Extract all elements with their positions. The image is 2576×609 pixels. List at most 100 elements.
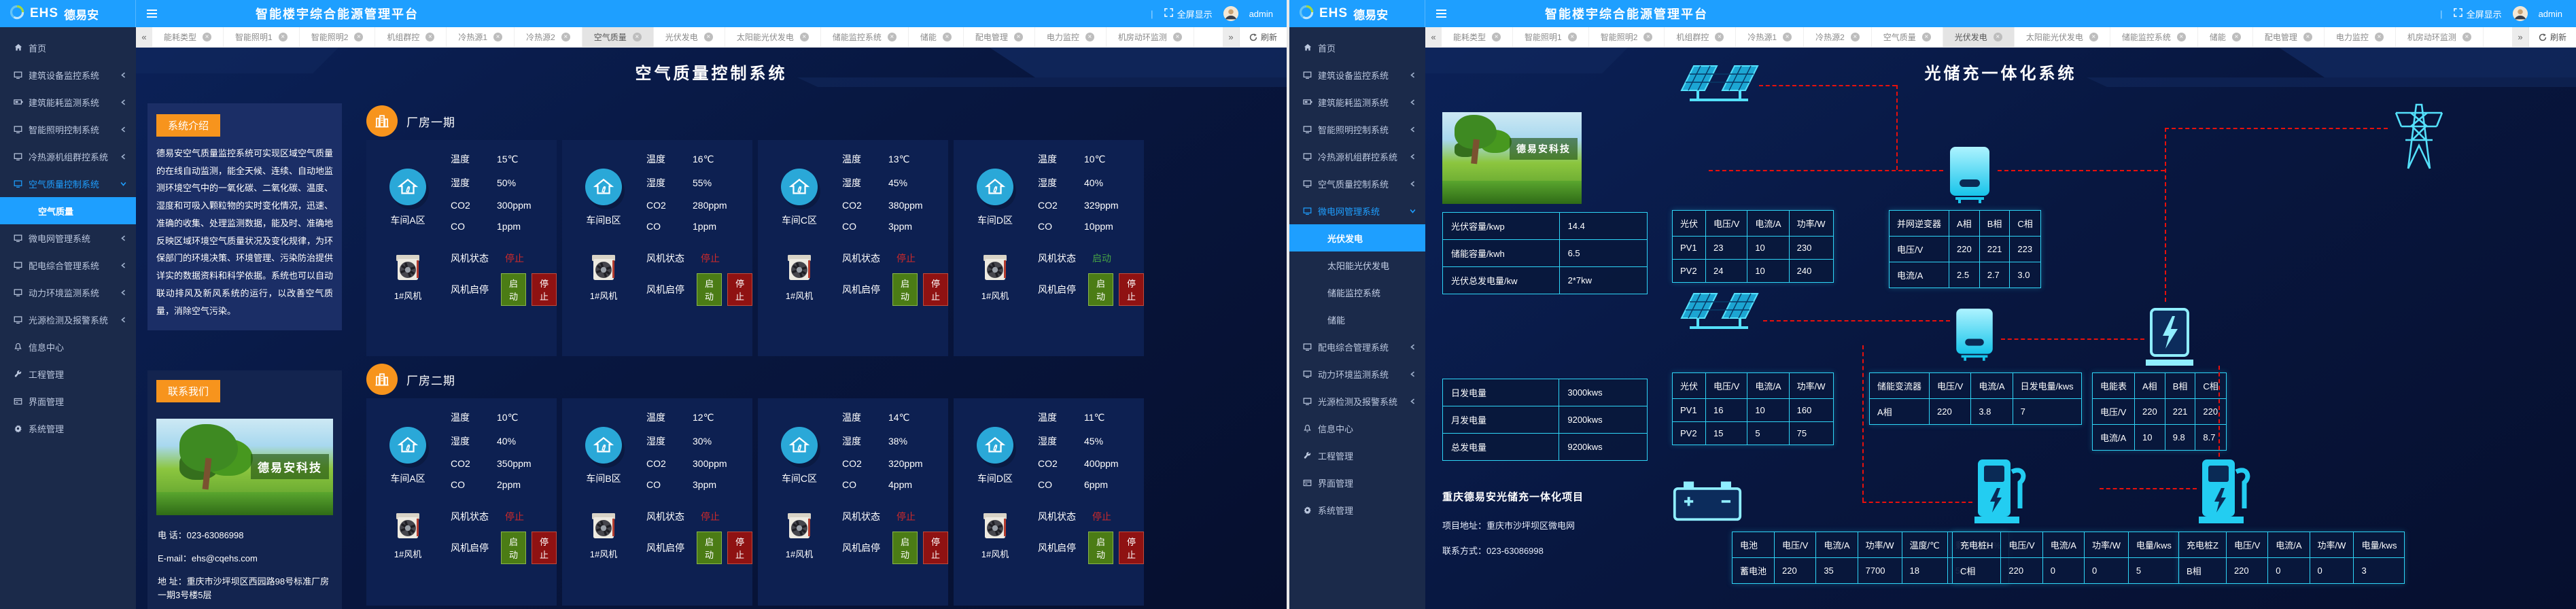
tab-冷热源1[interactable]: 冷热源1× <box>1736 27 1804 47</box>
fan-stop-button[interactable]: 停止 <box>532 273 557 306</box>
tab-智能照明1[interactable]: 智能照明1× <box>1513 27 1589 47</box>
tab-close-icon[interactable]: × <box>279 33 288 41</box>
tab-close-icon[interactable]: × <box>704 33 713 41</box>
sidebar-item-首页[interactable]: 首页 <box>1289 34 1425 61</box>
tab-close-icon[interactable]: × <box>2303 33 2312 41</box>
tab-智能照明2[interactable]: 智能照明2× <box>300 27 376 47</box>
sidebar-item-冷热源机组群控系统[interactable]: 冷热源机组群控系统 <box>0 143 136 170</box>
sidebar-item-配电综合管理系统[interactable]: 配电综合管理系统 <box>0 251 136 279</box>
tab-close-icon[interactable]: × <box>1173 33 1182 41</box>
sidebar-item-首页[interactable]: 首页 <box>0 34 136 61</box>
sidebar-item-动力环境监测系统[interactable]: 动力环境监测系统 <box>0 279 136 306</box>
fan-stop-button[interactable]: 停止 <box>923 273 948 306</box>
tab-储能监控系统[interactable]: 储能监控系统× <box>821 27 909 47</box>
tab-close-icon[interactable]: × <box>561 33 570 41</box>
fan-stop-button[interactable]: 停止 <box>923 532 948 564</box>
fan-start-button[interactable]: 启动 <box>1088 532 1113 564</box>
tab-close-icon[interactable]: × <box>943 33 952 41</box>
tab-close-icon[interactable]: × <box>1851 33 1860 41</box>
sidebar-item-界面管理[interactable]: 界面管理 <box>0 387 136 415</box>
fan-start-button[interactable]: 启动 <box>892 532 918 564</box>
sidebar-item-光源检测及报警系统[interactable]: 光源检测及报警系统 <box>1289 387 1425 415</box>
sidebar-item-冷热源机组群控系统[interactable]: 冷热源机组群控系统 <box>1289 143 1425 170</box>
sidebar-item-空气质量控制系统[interactable]: 空气质量控制系统 <box>1289 170 1425 197</box>
sidebar-item-智能照明控制系统[interactable]: 智能照明控制系统 <box>0 116 136 143</box>
tab-close-icon[interactable]: × <box>1783 33 1792 41</box>
tab-冷热源2[interactable]: 冷热源2× <box>515 27 582 47</box>
sidebar-item-空气质量控制系统[interactable]: 空气质量控制系统 <box>0 170 136 197</box>
tab-close-icon[interactable]: × <box>425 33 434 41</box>
fan-start-button[interactable]: 启动 <box>1088 273 1113 306</box>
tab-close-icon[interactable]: × <box>203 33 211 41</box>
tab-close-icon[interactable]: × <box>888 33 897 41</box>
fan-start-button[interactable]: 启动 <box>501 532 526 564</box>
tab-close-icon[interactable]: × <box>1492 33 1501 41</box>
refresh-button[interactable]: 刷新 <box>2528 27 2576 47</box>
tab-智能照明2[interactable]: 智能照明2× <box>1589 27 1665 47</box>
tab-close-icon[interactable]: × <box>2232 33 2241 41</box>
tab-空气质量[interactable]: 空气质量× <box>1872 27 1943 47</box>
tab-机组群控[interactable]: 机组群控× <box>1665 27 1736 47</box>
tab-close-icon[interactable]: × <box>1014 33 1023 41</box>
username[interactable]: admin <box>1249 9 1273 19</box>
tab-close-icon[interactable]: × <box>2177 33 2186 41</box>
sidebar-subitem-储能监控系统[interactable]: 储能监控系统 <box>1289 279 1425 306</box>
sidebar-subitem-光伏发电[interactable]: 光伏发电 <box>1289 224 1425 251</box>
sidebar-item-建筑设备监控系统[interactable]: 建筑设备监控系统 <box>1289 61 1425 88</box>
fullscreen-button[interactable]: 全屏显示 <box>1164 7 1213 20</box>
tab-close-icon[interactable]: × <box>2375 33 2384 41</box>
tab-储能监控系统[interactable]: 储能监控系统× <box>2110 27 2198 47</box>
sidebar-item-智能照明控制系统[interactable]: 智能照明控制系统 <box>1289 116 1425 143</box>
tab-机房动环监测[interactable]: 机房动环监测× <box>1107 27 1194 47</box>
tab-光伏发电[interactable]: 光伏发电× <box>1943 27 2015 47</box>
tab-close-icon[interactable]: × <box>1643 33 1652 41</box>
tab-配电管理[interactable]: 配电管理× <box>964 27 1035 47</box>
tab-太阳能光伏发电[interactable]: 太阳能光伏发电× <box>2015 27 2110 47</box>
sidebar-item-建筑能耗监测系统[interactable]: 建筑能耗监测系统 <box>0 88 136 116</box>
tab-电力监控[interactable]: 电力监控× <box>1035 27 1107 47</box>
sidebar-item-微电网管理系统[interactable]: 微电网管理系统 <box>0 224 136 251</box>
sidebar-subitem-空气质量[interactable]: 空气质量 <box>0 197 136 224</box>
sidebar-item-微电网管理系统[interactable]: 微电网管理系统 <box>1289 197 1425 224</box>
tab-close-icon[interactable]: × <box>493 33 502 41</box>
tab-close-icon[interactable]: × <box>1994 33 2002 41</box>
tab-close-icon[interactable]: × <box>2462 33 2471 41</box>
fan-start-button[interactable]: 启动 <box>501 273 526 306</box>
tab-能耗类型[interactable]: 能耗类型× <box>1442 27 1513 47</box>
tab-机房动环监测[interactable]: 机房动环监测× <box>2396 27 2484 47</box>
tab-close-icon[interactable]: × <box>1922 33 1931 41</box>
sidebar-item-界面管理[interactable]: 界面管理 <box>1289 469 1425 496</box>
tab-close-icon[interactable]: × <box>2089 33 2098 41</box>
tab-冷热源2[interactable]: 冷热源2× <box>1804 27 1872 47</box>
avatar[interactable] <box>1223 6 1238 21</box>
sidebar-subitem-储能[interactable]: 储能 <box>1289 306 1425 333</box>
sidebar-item-信息中心[interactable]: 信息中心 <box>0 333 136 360</box>
sidebar-item-信息中心[interactable]: 信息中心 <box>1289 415 1425 442</box>
sidebar-subitem-太阳能光伏发电[interactable]: 太阳能光伏发电 <box>1289 251 1425 279</box>
sidebar-item-工程管理[interactable]: 工程管理 <box>0 360 136 387</box>
fan-stop-button[interactable]: 停止 <box>727 273 752 306</box>
tab-电力监控[interactable]: 电力监控× <box>2325 27 2396 47</box>
tabs-scroll-left-icon[interactable]: « <box>1425 27 1442 47</box>
tab-close-icon[interactable]: × <box>1568 33 1577 41</box>
tab-close-icon[interactable]: × <box>1085 33 1094 41</box>
tab-配电管理[interactable]: 配电管理× <box>2253 27 2325 47</box>
sidebar-item-光源检测及报警系统[interactable]: 光源检测及报警系统 <box>0 306 136 333</box>
tab-储能[interactable]: 储能× <box>2198 27 2253 47</box>
sidebar-item-配电综合管理系统[interactable]: 配电综合管理系统 <box>1289 333 1425 360</box>
tab-储能[interactable]: 储能× <box>909 27 964 47</box>
tabs-scroll-left-icon[interactable]: « <box>136 27 152 47</box>
sidebar-item-系统管理[interactable]: 系统管理 <box>0 415 136 442</box>
fan-start-button[interactable]: 启动 <box>697 532 722 564</box>
tab-能耗类型[interactable]: 能耗类型× <box>152 27 224 47</box>
tab-close-icon[interactable]: × <box>800 33 809 41</box>
tab-close-icon[interactable]: × <box>1715 33 1724 41</box>
menu-toggle-icon[interactable] <box>136 0 167 27</box>
sidebar-item-工程管理[interactable]: 工程管理 <box>1289 442 1425 469</box>
sidebar-item-动力环境监测系统[interactable]: 动力环境监测系统 <box>1289 360 1425 387</box>
tabs-scroll-right-icon[interactable]: » <box>2512 27 2528 47</box>
tab-光伏发电[interactable]: 光伏发电× <box>654 27 725 47</box>
tab-太阳能光伏发电[interactable]: 太阳能光伏发电× <box>725 27 821 47</box>
fan-stop-button[interactable]: 停止 <box>727 532 752 564</box>
tab-冷热源1[interactable]: 冷热源1× <box>447 27 515 47</box>
